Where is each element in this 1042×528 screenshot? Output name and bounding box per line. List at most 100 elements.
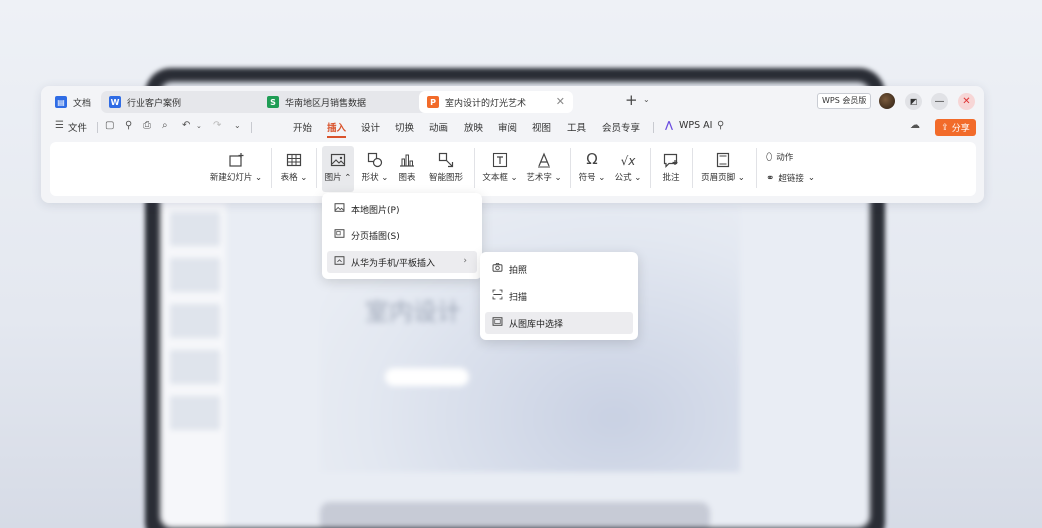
textbox-label: 文本框 bbox=[482, 173, 508, 183]
wps-ai-menu[interactable]: WPS AI bbox=[679, 120, 712, 131]
menu-review[interactable]: 审阅 bbox=[498, 120, 517, 134]
menu-member[interactable]: 会员专享 bbox=[602, 120, 640, 134]
menu-item-local-picture[interactable]: 本地图片(P) bbox=[327, 198, 477, 220]
wordart-button[interactable]: 艺术字 ⌄ bbox=[524, 146, 564, 192]
menu-icon[interactable]: ☰ bbox=[55, 120, 64, 131]
presentation-file-icon: P bbox=[427, 96, 439, 108]
new-slide-icon bbox=[228, 146, 244, 168]
menu-insert[interactable]: 插入 bbox=[327, 120, 347, 138]
formula-label: 公式 bbox=[614, 173, 632, 183]
camera-icon bbox=[492, 262, 503, 276]
menu-item-label: 扫描 bbox=[509, 292, 528, 303]
picture-dropdown-menu: 本地图片(P) 分页插图(S) 从华为手机/平板插入 › bbox=[322, 193, 482, 279]
wordart-label: 艺术字 bbox=[526, 173, 552, 183]
action-button[interactable]: ⬯ 动作 bbox=[766, 151, 794, 164]
picture-label: 图片 bbox=[324, 173, 342, 183]
table-icon bbox=[286, 146, 302, 168]
picture-icon bbox=[334, 202, 345, 216]
insert-ribbon: 新建幻灯片 ⌄ 表格 ⌄ 图片 ⌃ 形状 ⌄ 图表 智能图形 文本框 ⌄ 艺术字… bbox=[50, 142, 976, 196]
undo-chevron-icon[interactable]: ⌄ bbox=[196, 122, 202, 130]
save-icon[interactable]: ▢ bbox=[105, 120, 114, 131]
share-button[interactable]: ⇪ 分享 bbox=[935, 119, 976, 136]
collaborate-icon[interactable]: ◩ bbox=[905, 93, 922, 110]
minimize-button[interactable]: — bbox=[931, 93, 948, 110]
search-icon[interactable]: ⚲ bbox=[717, 120, 724, 131]
chevron-down-icon[interactable]: ⌄ bbox=[643, 95, 650, 104]
menu-item-label: 本地图片(P) bbox=[351, 205, 400, 216]
redo-icon: ↷ bbox=[213, 120, 222, 131]
smart-graphic-label: 智能图形 bbox=[428, 173, 463, 183]
file-menu[interactable]: 文件 bbox=[68, 120, 87, 134]
link-icon: ⚭ bbox=[766, 172, 775, 184]
menu-tools[interactable]: 工具 bbox=[567, 120, 586, 134]
menu-transition[interactable]: 切换 bbox=[395, 120, 414, 134]
menu-item-take-photo[interactable]: 拍照 bbox=[485, 258, 633, 280]
print-preview-icon[interactable]: ⌕ bbox=[162, 120, 168, 131]
symbol-button[interactable]: Ω 符号 ⌄ bbox=[576, 146, 608, 192]
table-label: 表格 bbox=[280, 173, 298, 183]
comment-button[interactable]: 批注 bbox=[659, 146, 683, 192]
menu-slideshow[interactable]: 放映 bbox=[464, 120, 483, 134]
shape-label: 形状 bbox=[361, 173, 379, 183]
undo-icon[interactable]: ↶ bbox=[182, 120, 190, 131]
device-submenu: 拍照 扫描 从图库中选择 bbox=[480, 252, 638, 340]
cloud-sync-icon[interactable]: ☁ bbox=[910, 120, 920, 131]
menu-item-insert-from-device[interactable]: 从华为手机/平板插入 › bbox=[327, 251, 477, 273]
scan-icon bbox=[492, 289, 503, 303]
menu-item-label: 从华为手机/平板插入 bbox=[351, 258, 436, 269]
hyperlink-label: 超链接 bbox=[778, 174, 804, 184]
new-tab-icon[interactable]: + bbox=[625, 93, 638, 108]
hyperlink-button[interactable]: ⚭ 超链接 ⌄ bbox=[766, 172, 816, 185]
membership-badge[interactable]: WPS 会员版 bbox=[817, 93, 872, 109]
divider bbox=[251, 122, 252, 133]
header-footer-label: 页眉页脚 bbox=[701, 173, 736, 183]
share-label: 分享 bbox=[951, 124, 970, 134]
textbox-button[interactable]: 文本框 ⌄ bbox=[480, 146, 520, 192]
close-window-button[interactable]: ✕ bbox=[958, 93, 975, 110]
divider bbox=[653, 122, 654, 133]
smart-graphic-button[interactable]: 智能图形 bbox=[425, 146, 467, 192]
shape-button[interactable]: 形状 ⌄ bbox=[358, 146, 392, 192]
tab-label: 行业客户案例 bbox=[127, 98, 182, 109]
menu-item-paged-pictures[interactable]: 分页插图(S) bbox=[327, 224, 477, 246]
wps-ai-icon[interactable]: ⋀ bbox=[665, 120, 673, 131]
tab-document-3-active[interactable]: P 室内设计的灯光艺术 ✕ bbox=[419, 91, 573, 113]
action-label: 动作 bbox=[776, 153, 794, 163]
divider bbox=[97, 122, 98, 133]
new-slide-label: 新建幻灯片 bbox=[209, 173, 253, 183]
new-slide-button[interactable]: 新建幻灯片 ⌄ bbox=[208, 146, 264, 192]
close-tab-icon[interactable]: ✕ bbox=[556, 95, 565, 108]
print-icon[interactable]: ⎙ bbox=[143, 120, 151, 131]
menu-item-choose-from-gallery[interactable]: 从图库中选择 bbox=[485, 312, 633, 334]
paged-picture-icon bbox=[334, 228, 345, 242]
search-replace-icon[interactable]: ⚲ bbox=[125, 120, 132, 131]
more-chevron-icon[interactable]: ⌄ bbox=[234, 121, 241, 130]
tab-bar: ▤ 文档 W 行业客户案例 S 华南地区月销售数据 P 室内设计的灯光艺术 ✕ … bbox=[41, 86, 984, 116]
header-footer-button[interactable]: 页眉页脚 ⌄ bbox=[700, 146, 746, 192]
avatar[interactable] bbox=[879, 93, 895, 109]
sheet-file-icon: S bbox=[267, 96, 279, 108]
formula-icon: √x bbox=[620, 154, 636, 168]
picture-icon bbox=[330, 146, 346, 168]
menu-design[interactable]: 设计 bbox=[361, 120, 380, 134]
tab-docs[interactable]: ▤ 文档 bbox=[47, 91, 97, 113]
table-button[interactable]: 表格 ⌄ bbox=[279, 146, 309, 192]
background-slide-panel bbox=[160, 202, 226, 528]
chart-button[interactable]: 图表 bbox=[395, 146, 419, 192]
textbox-icon bbox=[492, 146, 508, 168]
formula-button[interactable]: √x 公式 ⌄ bbox=[612, 146, 644, 192]
menu-item-label: 拍照 bbox=[509, 265, 528, 276]
menu-view[interactable]: 视图 bbox=[532, 120, 551, 134]
word-file-icon: W bbox=[109, 96, 121, 108]
wordart-icon bbox=[536, 146, 552, 168]
tab-label: 华南地区月销售数据 bbox=[285, 98, 367, 109]
menu-home[interactable]: 开始 bbox=[293, 120, 312, 134]
chart-label: 图表 bbox=[398, 173, 416, 183]
background-slide-pill bbox=[385, 368, 469, 386]
device-picture-icon bbox=[334, 255, 345, 269]
chevron-down-icon: ⌄ bbox=[807, 173, 816, 183]
menu-animation[interactable]: 动画 bbox=[429, 120, 448, 134]
background-dock bbox=[320, 502, 710, 528]
menu-item-scan[interactable]: 扫描 bbox=[485, 285, 633, 307]
picture-button[interactable]: 图片 ⌃ bbox=[322, 146, 354, 192]
